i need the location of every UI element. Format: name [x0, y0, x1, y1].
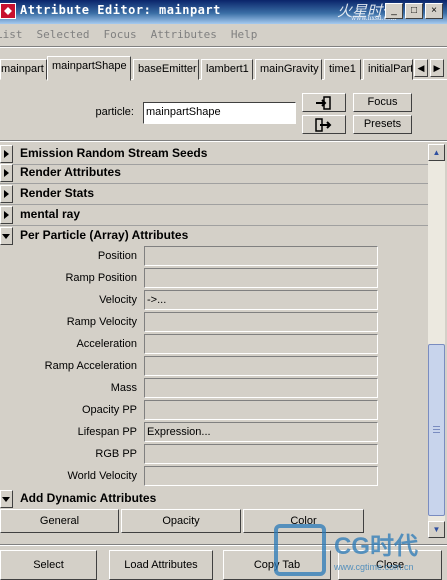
- menu-help[interactable]: Help: [229, 28, 260, 41]
- select-button[interactable]: Select: [0, 550, 97, 580]
- section-title: Per Particle (Array) Attributes: [20, 228, 189, 242]
- menu-bar: List Selected Focus Attributes Help: [0, 24, 447, 44]
- divider: [0, 140, 447, 142]
- window-title: Attribute Editor: mainpart: [20, 3, 221, 17]
- section-title: mental ray: [20, 207, 81, 221]
- particle-name-field[interactable]: mainpartShape: [143, 102, 296, 124]
- attr-label-mass: Mass: [110, 382, 137, 394]
- scroll-up-icon[interactable]: ▲: [428, 144, 445, 161]
- watermark-brand: CG时代: [334, 533, 418, 560]
- attr-label-world-velocity: World Velocity: [67, 470, 138, 482]
- tab-initialparticlese[interactable]: initialParticleSE: [363, 59, 413, 80]
- tab-time1[interactable]: time1: [324, 59, 361, 80]
- tab-mainpart[interactable]: mainpart: [0, 59, 47, 80]
- maya-app-icon: [0, 3, 16, 19]
- expand-arrow-icon[interactable]: [0, 145, 13, 163]
- attr-label-acceleration: Acceleration: [76, 338, 137, 350]
- attr-label-position: Position: [97, 250, 137, 262]
- tab-scroll-left-icon[interactable]: ◀: [414, 59, 428, 77]
- general-button[interactable]: General: [0, 509, 119, 533]
- attr-field-ramp-position[interactable]: [144, 268, 378, 288]
- section-add-dynamic-attributes[interactable]: Add Dynamic Attributes: [0, 489, 428, 510]
- output-connection-button[interactable]: [302, 115, 346, 134]
- attr-label-ramp-velocity: Ramp Velocity: [66, 316, 137, 328]
- tab-baseemitter[interactable]: baseEmitter: [133, 59, 199, 80]
- attr-label-rgb-pp: RGB PP: [95, 448, 137, 460]
- close-window-button[interactable]: ×: [425, 3, 443, 19]
- attr-field-world-velocity[interactable]: [144, 466, 378, 486]
- tab-maingravity[interactable]: mainGravity: [255, 59, 322, 80]
- attr-field-velocity[interactable]: ->...: [144, 290, 378, 310]
- expand-arrow-icon[interactable]: [0, 164, 13, 182]
- expand-arrow-icon[interactable]: [0, 185, 13, 203]
- attr-field-rgb-pp[interactable]: [144, 444, 378, 464]
- section-title: Render Stats: [20, 186, 95, 200]
- menu-focus[interactable]: Focus: [101, 28, 138, 41]
- attr-label-ramp-acceleration: Ramp Acceleration: [44, 360, 137, 372]
- section-render-stats[interactable]: Render Stats: [0, 184, 428, 205]
- attr-field-acceleration[interactable]: [144, 334, 378, 354]
- vertical-scrollbar[interactable]: ▲ ▼: [428, 144, 445, 538]
- cgtime-watermark: CG时代 www.cgtime.com.cn: [274, 522, 447, 580]
- presets-button[interactable]: Presets: [353, 115, 412, 134]
- minimize-button[interactable]: _: [385, 3, 403, 19]
- input-arrow-icon: [316, 96, 331, 110]
- section-title: Render Attributes: [20, 165, 121, 179]
- opacity-button[interactable]: Opacity: [121, 509, 241, 533]
- title-bar[interactable]: Attribute Editor: mainpart 火星时代 www.hxsd.…: [0, 0, 447, 24]
- watermark-url: www.cgtime.com.cn: [334, 562, 414, 572]
- input-connection-button[interactable]: [302, 93, 346, 112]
- expand-arrow-icon[interactable]: [0, 206, 13, 224]
- node-tab-bar: mainpart mainpartShape baseEmitter lambe…: [0, 56, 447, 81]
- attr-field-ramp-acceleration[interactable]: [144, 356, 378, 376]
- menu-selected[interactable]: Selected: [35, 28, 92, 41]
- tab-scroll-right-icon[interactable]: ▶: [430, 59, 444, 77]
- collapse-arrow-icon[interactable]: [0, 227, 13, 245]
- section-mental-ray[interactable]: mental ray: [0, 205, 428, 226]
- menu-attributes[interactable]: Attributes: [149, 28, 219, 41]
- menu-list[interactable]: List: [0, 28, 25, 41]
- tab-mainpartshape[interactable]: mainpartShape: [47, 56, 131, 81]
- attr-field-mass[interactable]: [144, 378, 378, 398]
- section-title: Add Dynamic Attributes: [20, 491, 157, 505]
- attr-field-lifespan-pp[interactable]: Expression...: [144, 422, 378, 442]
- collapse-arrow-icon[interactable]: [0, 490, 13, 508]
- attr-field-ramp-velocity[interactable]: [144, 312, 378, 332]
- focus-button[interactable]: Focus: [353, 93, 412, 112]
- section-emission-random-stream-seeds[interactable]: Emission Random Stream Seeds: [0, 144, 428, 165]
- attr-field-opacity-pp[interactable]: [144, 400, 378, 420]
- particle-label: particle:: [95, 106, 134, 118]
- attr-field-position[interactable]: [144, 246, 378, 266]
- load-attributes-button[interactable]: Load Attributes: [109, 550, 213, 580]
- attr-label-opacity-pp: Opacity PP: [81, 404, 137, 416]
- attr-label-ramp-position: Ramp Position: [65, 272, 137, 284]
- attr-label-velocity: Velocity: [99, 294, 137, 306]
- section-render-attributes[interactable]: Render Attributes: [0, 163, 428, 184]
- attr-label-lifespan-pp: Lifespan PP: [77, 426, 137, 438]
- output-arrow-icon: [315, 118, 332, 132]
- divider: [0, 46, 447, 48]
- attribute-panel: Emission Random Stream Seeds Render Attr…: [0, 144, 428, 538]
- section-per-particle-attributes[interactable]: Per Particle (Array) Attributes: [0, 226, 428, 247]
- tab-lambert1[interactable]: lambert1: [201, 59, 253, 80]
- section-title: Emission Random Stream Seeds: [20, 146, 208, 160]
- maximize-button[interactable]: □: [405, 3, 423, 19]
- scroll-thumb[interactable]: [428, 344, 445, 516]
- cgtime-logo-icon: [274, 524, 326, 576]
